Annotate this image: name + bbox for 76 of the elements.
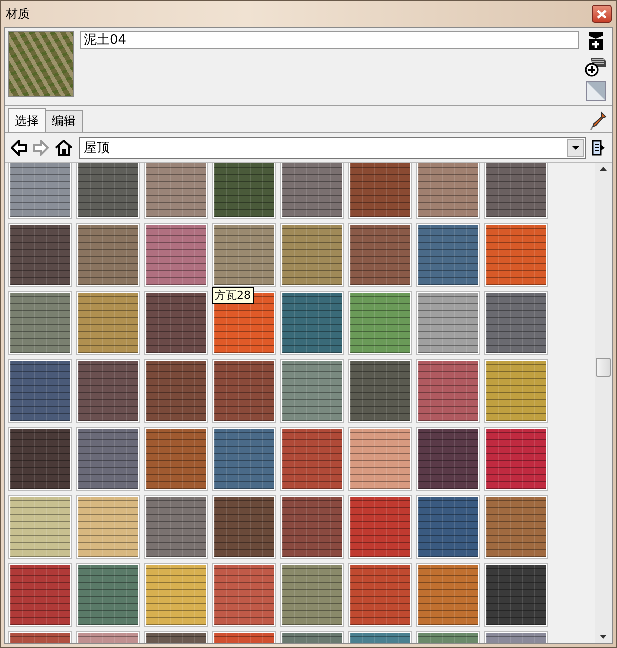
material-swatch[interactable] bbox=[282, 293, 342, 353]
material-swatch[interactable] bbox=[214, 429, 274, 489]
material-swatch[interactable] bbox=[214, 361, 274, 421]
material-swatch[interactable] bbox=[214, 163, 274, 217]
tab[interactable]: 编辑 bbox=[45, 110, 83, 132]
material-preview bbox=[8, 31, 74, 97]
scroll-up-icon[interactable] bbox=[600, 167, 607, 171]
tab[interactable]: 选择 bbox=[8, 108, 46, 132]
material-swatch[interactable] bbox=[418, 225, 478, 285]
add-to-model-icon[interactable] bbox=[585, 55, 607, 77]
material-swatch[interactable] bbox=[282, 429, 342, 489]
window-title: 材质 bbox=[6, 6, 30, 22]
material-swatch[interactable] bbox=[282, 225, 342, 285]
material-swatch[interactable] bbox=[214, 497, 274, 557]
material-swatch[interactable] bbox=[78, 225, 138, 285]
material-swatch[interactable] bbox=[350, 293, 410, 353]
material-swatch[interactable] bbox=[10, 565, 70, 625]
material-swatch[interactable] bbox=[418, 497, 478, 557]
scroll-down-icon[interactable] bbox=[600, 635, 607, 639]
material-swatch[interactable] bbox=[350, 225, 410, 285]
details-icon[interactable] bbox=[592, 140, 606, 156]
material-swatch[interactable] bbox=[418, 361, 478, 421]
material-name-field[interactable]: 泥土04 bbox=[80, 31, 579, 49]
material-swatch[interactable] bbox=[146, 225, 206, 285]
home-icon[interactable] bbox=[55, 140, 73, 156]
material-swatch[interactable] bbox=[78, 565, 138, 625]
material-swatch[interactable] bbox=[418, 565, 478, 625]
material-swatch[interactable] bbox=[146, 163, 206, 217]
material-swatch[interactable] bbox=[146, 361, 206, 421]
material-swatch[interactable] bbox=[350, 497, 410, 557]
material-swatch[interactable] bbox=[78, 163, 138, 217]
material-swatch[interactable] bbox=[350, 565, 410, 625]
material-swatch[interactable] bbox=[418, 163, 478, 217]
library-dropdown[interactable]: 屋顶 bbox=[79, 137, 586, 159]
material-swatch[interactable] bbox=[418, 429, 478, 489]
forward-arrow-icon[interactable] bbox=[33, 140, 49, 156]
material-swatch[interactable] bbox=[214, 565, 274, 625]
material-swatch[interactable] bbox=[10, 497, 70, 557]
material-swatch[interactable] bbox=[282, 565, 342, 625]
material-swatch[interactable] bbox=[486, 497, 546, 557]
tooltip: 方瓦28 bbox=[212, 287, 254, 304]
material-swatch[interactable] bbox=[282, 361, 342, 421]
eyedropper-icon[interactable] bbox=[590, 111, 608, 131]
material-swatch[interactable] bbox=[10, 163, 70, 217]
material-swatch[interactable] bbox=[214, 225, 274, 285]
material-swatch[interactable] bbox=[146, 565, 206, 625]
close-icon bbox=[597, 10, 607, 18]
material-swatch[interactable] bbox=[418, 293, 478, 353]
close-button[interactable] bbox=[592, 5, 612, 23]
material-swatch[interactable] bbox=[486, 225, 546, 285]
back-arrow-icon[interactable] bbox=[11, 140, 27, 156]
material-swatch[interactable] bbox=[350, 361, 410, 421]
dropdown-caret-icon bbox=[572, 146, 580, 150]
material-swatch[interactable] bbox=[486, 361, 546, 421]
material-swatch[interactable] bbox=[486, 565, 546, 625]
material-swatch[interactable] bbox=[350, 429, 410, 489]
material-swatch[interactable] bbox=[146, 293, 206, 353]
material-swatch[interactable] bbox=[486, 293, 546, 353]
create-material-icon[interactable] bbox=[588, 31, 604, 51]
material-swatch[interactable] bbox=[78, 497, 138, 557]
scrollbar[interactable] bbox=[595, 163, 612, 643]
scrollbar-thumb[interactable] bbox=[596, 358, 611, 377]
material-swatch[interactable] bbox=[10, 225, 70, 285]
material-swatch[interactable] bbox=[10, 293, 70, 353]
material-swatch[interactable] bbox=[146, 429, 206, 489]
material-swatch[interactable] bbox=[486, 429, 546, 489]
material-swatch[interactable] bbox=[78, 361, 138, 421]
material-swatch[interactable] bbox=[10, 361, 70, 421]
material-swatch[interactable] bbox=[350, 163, 410, 217]
material-swatch[interactable] bbox=[282, 497, 342, 557]
material-swatch[interactable] bbox=[78, 293, 138, 353]
material-swatch[interactable] bbox=[146, 497, 206, 557]
material-swatch[interactable] bbox=[282, 163, 342, 217]
material-swatch[interactable] bbox=[10, 429, 70, 489]
material-swatch[interactable] bbox=[486, 163, 546, 217]
material-swatch[interactable] bbox=[78, 429, 138, 489]
